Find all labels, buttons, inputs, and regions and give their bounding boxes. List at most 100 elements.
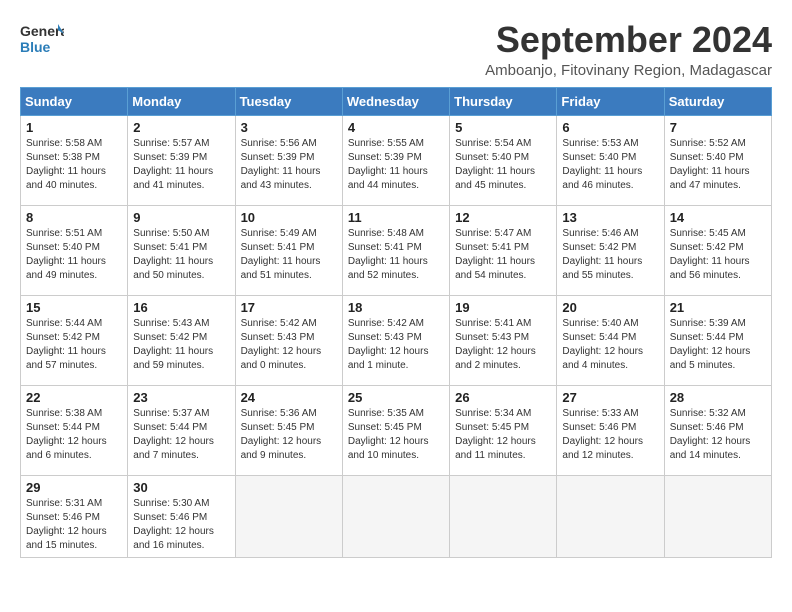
day-info: Sunrise: 5:57 AMSunset: 5:39 PMDaylight:… bbox=[133, 137, 229, 193]
calendar-day-cell: 14 Sunrise: 5:45 AMSunset: 5:42 PMDaylig… bbox=[664, 205, 771, 295]
day-number: 1 bbox=[26, 120, 122, 135]
title-block: September 2024 Amboanjo, Fitovinany Regi… bbox=[485, 20, 772, 79]
day-info: Sunrise: 5:34 AMSunset: 5:45 PMDaylight:… bbox=[455, 407, 551, 463]
day-info: Sunrise: 5:38 AMSunset: 5:44 PMDaylight:… bbox=[26, 407, 122, 463]
day-info: Sunrise: 5:40 AMSunset: 5:44 PMDaylight:… bbox=[562, 317, 658, 373]
calendar-day-cell: 9 Sunrise: 5:50 AMSunset: 5:41 PMDayligh… bbox=[128, 205, 235, 295]
svg-text:Blue: Blue bbox=[20, 39, 51, 55]
day-info: Sunrise: 5:30 AMSunset: 5:46 PMDaylight:… bbox=[133, 497, 229, 553]
day-info: Sunrise: 5:32 AMSunset: 5:46 PMDaylight:… bbox=[670, 407, 766, 463]
logo: General Blue bbox=[20, 20, 64, 56]
calendar-day-cell: 12 Sunrise: 5:47 AMSunset: 5:41 PMDaylig… bbox=[450, 205, 557, 295]
day-info: Sunrise: 5:53 AMSunset: 5:40 PMDaylight:… bbox=[562, 137, 658, 193]
day-number: 16 bbox=[133, 300, 229, 315]
day-info: Sunrise: 5:33 AMSunset: 5:46 PMDaylight:… bbox=[562, 407, 658, 463]
day-number: 2 bbox=[133, 120, 229, 135]
calendar-day-cell: 17 Sunrise: 5:42 AMSunset: 5:43 PMDaylig… bbox=[235, 295, 342, 385]
day-number: 8 bbox=[26, 210, 122, 225]
day-number: 19 bbox=[455, 300, 551, 315]
calendar-day-cell bbox=[450, 475, 557, 557]
day-info: Sunrise: 5:52 AMSunset: 5:40 PMDaylight:… bbox=[670, 137, 766, 193]
day-info: Sunrise: 5:36 AMSunset: 5:45 PMDaylight:… bbox=[241, 407, 337, 463]
day-info: Sunrise: 5:54 AMSunset: 5:40 PMDaylight:… bbox=[455, 137, 551, 193]
day-number: 29 bbox=[26, 480, 122, 495]
calendar-day-cell bbox=[235, 475, 342, 557]
calendar-day-cell: 5 Sunrise: 5:54 AMSunset: 5:40 PMDayligh… bbox=[450, 115, 557, 205]
day-info: Sunrise: 5:37 AMSunset: 5:44 PMDaylight:… bbox=[133, 407, 229, 463]
calendar-day-cell: 6 Sunrise: 5:53 AMSunset: 5:40 PMDayligh… bbox=[557, 115, 664, 205]
calendar-day-cell: 19 Sunrise: 5:41 AMSunset: 5:43 PMDaylig… bbox=[450, 295, 557, 385]
calendar-header-monday: Monday bbox=[128, 87, 235, 115]
day-number: 20 bbox=[562, 300, 658, 315]
calendar-day-cell bbox=[342, 475, 449, 557]
day-number: 13 bbox=[562, 210, 658, 225]
day-info: Sunrise: 5:43 AMSunset: 5:42 PMDaylight:… bbox=[133, 317, 229, 373]
svg-text:General: General bbox=[20, 23, 64, 39]
day-number: 4 bbox=[348, 120, 444, 135]
day-number: 18 bbox=[348, 300, 444, 315]
calendar-day-cell: 25 Sunrise: 5:35 AMSunset: 5:45 PMDaylig… bbox=[342, 385, 449, 475]
calendar-day-cell: 22 Sunrise: 5:38 AMSunset: 5:44 PMDaylig… bbox=[21, 385, 128, 475]
day-number: 26 bbox=[455, 390, 551, 405]
day-info: Sunrise: 5:48 AMSunset: 5:41 PMDaylight:… bbox=[348, 227, 444, 283]
day-number: 21 bbox=[670, 300, 766, 315]
calendar-day-cell bbox=[664, 475, 771, 557]
calendar-day-cell: 18 Sunrise: 5:42 AMSunset: 5:43 PMDaylig… bbox=[342, 295, 449, 385]
day-info: Sunrise: 5:31 AMSunset: 5:46 PMDaylight:… bbox=[26, 497, 122, 553]
calendar-header-wednesday: Wednesday bbox=[342, 87, 449, 115]
day-info: Sunrise: 5:42 AMSunset: 5:43 PMDaylight:… bbox=[241, 317, 337, 373]
day-number: 15 bbox=[26, 300, 122, 315]
day-number: 12 bbox=[455, 210, 551, 225]
calendar-day-cell: 21 Sunrise: 5:39 AMSunset: 5:44 PMDaylig… bbox=[664, 295, 771, 385]
day-info: Sunrise: 5:41 AMSunset: 5:43 PMDaylight:… bbox=[455, 317, 551, 373]
day-info: Sunrise: 5:58 AMSunset: 5:38 PMDaylight:… bbox=[26, 137, 122, 193]
calendar-week-row: 22 Sunrise: 5:38 AMSunset: 5:44 PMDaylig… bbox=[21, 385, 772, 475]
day-info: Sunrise: 5:51 AMSunset: 5:40 PMDaylight:… bbox=[26, 227, 122, 283]
day-number: 28 bbox=[670, 390, 766, 405]
calendar-day-cell: 28 Sunrise: 5:32 AMSunset: 5:46 PMDaylig… bbox=[664, 385, 771, 475]
day-number: 6 bbox=[562, 120, 658, 135]
day-number: 27 bbox=[562, 390, 658, 405]
calendar-day-cell: 13 Sunrise: 5:46 AMSunset: 5:42 PMDaylig… bbox=[557, 205, 664, 295]
calendar-header-tuesday: Tuesday bbox=[235, 87, 342, 115]
calendar-day-cell: 1 Sunrise: 5:58 AMSunset: 5:38 PMDayligh… bbox=[21, 115, 128, 205]
day-info: Sunrise: 5:42 AMSunset: 5:43 PMDaylight:… bbox=[348, 317, 444, 373]
calendar-day-cell: 26 Sunrise: 5:34 AMSunset: 5:45 PMDaylig… bbox=[450, 385, 557, 475]
day-info: Sunrise: 5:47 AMSunset: 5:41 PMDaylight:… bbox=[455, 227, 551, 283]
calendar-day-cell: 8 Sunrise: 5:51 AMSunset: 5:40 PMDayligh… bbox=[21, 205, 128, 295]
calendar-day-cell: 10 Sunrise: 5:49 AMSunset: 5:41 PMDaylig… bbox=[235, 205, 342, 295]
day-info: Sunrise: 5:46 AMSunset: 5:42 PMDaylight:… bbox=[562, 227, 658, 283]
day-number: 22 bbox=[26, 390, 122, 405]
day-info: Sunrise: 5:45 AMSunset: 5:42 PMDaylight:… bbox=[670, 227, 766, 283]
calendar-day-cell: 4 Sunrise: 5:55 AMSunset: 5:39 PMDayligh… bbox=[342, 115, 449, 205]
day-info: Sunrise: 5:56 AMSunset: 5:39 PMDaylight:… bbox=[241, 137, 337, 193]
calendar-week-row: 29 Sunrise: 5:31 AMSunset: 5:46 PMDaylig… bbox=[21, 475, 772, 557]
day-info: Sunrise: 5:35 AMSunset: 5:45 PMDaylight:… bbox=[348, 407, 444, 463]
month-title: September 2024 bbox=[485, 20, 772, 60]
calendar-day-cell: 3 Sunrise: 5:56 AMSunset: 5:39 PMDayligh… bbox=[235, 115, 342, 205]
calendar-header-row: SundayMondayTuesdayWednesdayThursdayFrid… bbox=[21, 87, 772, 115]
calendar-day-cell: 30 Sunrise: 5:30 AMSunset: 5:46 PMDaylig… bbox=[128, 475, 235, 557]
day-number: 25 bbox=[348, 390, 444, 405]
calendar-day-cell: 11 Sunrise: 5:48 AMSunset: 5:41 PMDaylig… bbox=[342, 205, 449, 295]
day-number: 7 bbox=[670, 120, 766, 135]
location-subtitle: Amboanjo, Fitovinany Region, Madagascar bbox=[485, 62, 772, 79]
day-number: 3 bbox=[241, 120, 337, 135]
day-number: 17 bbox=[241, 300, 337, 315]
day-number: 30 bbox=[133, 480, 229, 495]
day-number: 9 bbox=[133, 210, 229, 225]
day-info: Sunrise: 5:55 AMSunset: 5:39 PMDaylight:… bbox=[348, 137, 444, 193]
day-info: Sunrise: 5:49 AMSunset: 5:41 PMDaylight:… bbox=[241, 227, 337, 283]
calendar-day-cell: 7 Sunrise: 5:52 AMSunset: 5:40 PMDayligh… bbox=[664, 115, 771, 205]
day-number: 23 bbox=[133, 390, 229, 405]
calendar-day-cell: 23 Sunrise: 5:37 AMSunset: 5:44 PMDaylig… bbox=[128, 385, 235, 475]
day-info: Sunrise: 5:44 AMSunset: 5:42 PMDaylight:… bbox=[26, 317, 122, 373]
calendar-header-sunday: Sunday bbox=[21, 87, 128, 115]
calendar-day-cell: 15 Sunrise: 5:44 AMSunset: 5:42 PMDaylig… bbox=[21, 295, 128, 385]
calendar-day-cell: 16 Sunrise: 5:43 AMSunset: 5:42 PMDaylig… bbox=[128, 295, 235, 385]
day-number: 5 bbox=[455, 120, 551, 135]
calendar-day-cell: 2 Sunrise: 5:57 AMSunset: 5:39 PMDayligh… bbox=[128, 115, 235, 205]
calendar-header-saturday: Saturday bbox=[664, 87, 771, 115]
day-info: Sunrise: 5:50 AMSunset: 5:41 PMDaylight:… bbox=[133, 227, 229, 283]
calendar-week-row: 15 Sunrise: 5:44 AMSunset: 5:42 PMDaylig… bbox=[21, 295, 772, 385]
